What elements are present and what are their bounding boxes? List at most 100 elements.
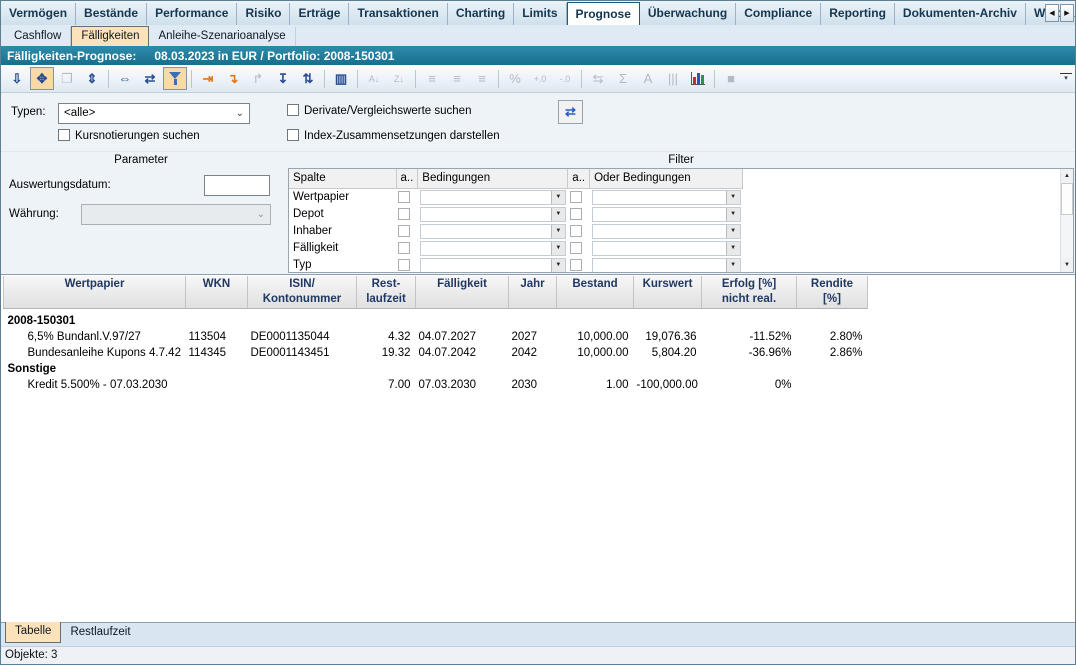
tab-reporting[interactable]: Reporting [821, 3, 895, 25]
dropdown-arrow-icon[interactable]: ▼ [551, 225, 565, 238]
fit-width-icon[interactable]: ⇔ [113, 67, 137, 90]
expand-icon[interactable]: ✥ [30, 67, 54, 90]
tab-charting[interactable]: Charting [448, 3, 514, 25]
dropdown-arrow-icon[interactable]: ▼ [551, 242, 565, 255]
col-rendite[interactable]: Rendite [%] [797, 276, 868, 309]
stop-icon[interactable]: ■ [719, 67, 743, 90]
filter-and-checkbox[interactable] [398, 242, 410, 254]
filter-or-condition-dropdown[interactable]: ▼ [592, 207, 741, 222]
tab-ueberwachung[interactable]: Überwachung [640, 3, 736, 25]
dropdown-arrow-icon[interactable]: ▼ [726, 242, 740, 255]
tab-bestaende[interactable]: Bestände [76, 3, 147, 25]
filter-and-checkbox[interactable] [398, 208, 410, 220]
tab-compliance[interactable]: Compliance [736, 3, 821, 25]
auswertungsdatum-input[interactable] [204, 175, 270, 196]
bottomtab-restlaufzeit[interactable]: Restlaufzeit [61, 623, 139, 643]
filter-or-checkbox[interactable] [570, 225, 582, 237]
filter-icon[interactable] [163, 67, 187, 90]
remove-decimal-icon[interactable]: -.0 [553, 67, 577, 90]
filter-or-checkbox[interactable] [570, 242, 582, 254]
shift-up-icon[interactable]: ↱ [246, 67, 270, 90]
table-group-row[interactable]: Sonstige [4, 361, 868, 377]
filter-and-checkbox[interactable] [398, 225, 410, 237]
dropdown-arrow-icon[interactable]: ▼ [551, 191, 565, 204]
font-icon[interactable]: A [636, 67, 660, 90]
tab-prognose[interactable]: Prognose [567, 2, 640, 25]
scroll-up-icon[interactable]: ▲ [1061, 169, 1073, 183]
tab-scroll-right-icon[interactable]: ▶ [1060, 4, 1074, 22]
filter-and-checkbox[interactable] [398, 259, 410, 271]
filter-condition-dropdown[interactable]: ▼ [420, 224, 566, 239]
dropdown-arrow-icon[interactable]: ▼ [726, 259, 740, 272]
tab-limits[interactable]: Limits [514, 3, 566, 25]
filter-condition-dropdown[interactable]: ▼ [420, 241, 566, 256]
filter-or-condition-dropdown[interactable]: ▼ [592, 241, 741, 256]
filter-condition-dropdown[interactable]: ▼ [420, 258, 566, 273]
tab-scroll-left-icon[interactable]: ◀ [1045, 4, 1059, 22]
tab-risiko[interactable]: Risiko [237, 3, 290, 25]
tab-transaktionen[interactable]: Transaktionen [349, 3, 447, 25]
sort-ascending-icon[interactable]: A↓ [362, 67, 386, 90]
copy-icon[interactable]: ❐ [55, 67, 79, 90]
export-icon[interactable]: ⇩ [5, 67, 29, 90]
waehrung-dropdown[interactable]: ⌄ [81, 204, 271, 225]
subtab-cashflow[interactable]: Cashflow [5, 27, 71, 46]
col-bestand[interactable]: Bestand [557, 276, 634, 309]
scroll-down-icon[interactable]: ▼ [1061, 258, 1073, 272]
subtab-faelligkeiten[interactable]: Fälligkeiten [71, 26, 149, 46]
col-restlaufzeit[interactable]: Rest- laufzeit [357, 276, 416, 309]
sort-descending-icon[interactable]: Z↓ [387, 67, 411, 90]
index-checkbox[interactable] [287, 129, 299, 141]
dropdown-arrow-icon[interactable]: ▼ [726, 191, 740, 204]
dropdown-arrow-icon[interactable]: ▼ [726, 208, 740, 221]
chart-icon[interactable] [686, 67, 710, 90]
toolbar-overflow-icon[interactable]: ▾ [1060, 73, 1072, 85]
align-left-icon[interactable]: ≡ [420, 67, 444, 90]
filter-or-condition-dropdown[interactable]: ▼ [592, 190, 741, 205]
col-wkn[interactable]: WKN [186, 276, 248, 309]
kursnotierungen-checkbox[interactable] [58, 129, 70, 141]
align-center-icon[interactable]: ≡ [445, 67, 469, 90]
scrollbar-thumb[interactable] [1061, 183, 1073, 215]
sum-icon[interactable]: Σ [611, 67, 635, 90]
filter-or-checkbox[interactable] [570, 191, 582, 203]
shift-right-icon[interactable]: ⇥ [196, 67, 220, 90]
col-faelligkeit[interactable]: Fälligkeit [416, 276, 509, 309]
dropdown-arrow-icon[interactable]: ▼ [551, 208, 565, 221]
filter-scrollbar[interactable]: ▲ ▼ [1060, 169, 1073, 272]
dropdown-arrow-icon[interactable]: ▼ [551, 259, 565, 272]
shift-down-icon[interactable]: ↴ [221, 67, 245, 90]
tab-ertraege[interactable]: Erträge [290, 3, 349, 25]
filter-or-condition-dropdown[interactable]: ▼ [592, 224, 741, 239]
table-row[interactable]: Kredit 5.500% - 07.03.2030 7.00 07.03.20… [4, 377, 868, 393]
fit-height-icon[interactable]: ⇕ [80, 67, 104, 90]
derivate-checkbox[interactable] [287, 104, 299, 116]
settings-sliders-icon[interactable]: ||| [661, 67, 685, 90]
bottomtab-tabelle[interactable]: Tabelle [5, 622, 61, 643]
dropdown-arrow-icon[interactable]: ▼ [726, 225, 740, 238]
table-group-row[interactable]: 2008-150301 [4, 313, 868, 329]
filter-or-checkbox[interactable] [570, 208, 582, 220]
percent-format-icon[interactable]: % [503, 67, 527, 90]
col-kurswert[interactable]: Kurswert [634, 276, 702, 309]
col-isin-kontonummer[interactable]: ISIN/ Kontonummer [248, 276, 357, 309]
typen-dropdown[interactable]: <alle> ⌄ [58, 103, 250, 124]
col-jahr[interactable]: Jahr [509, 276, 557, 309]
column-width-icon[interactable]: ⇆ [586, 67, 610, 90]
filter-condition-dropdown[interactable]: ▼ [420, 190, 566, 205]
tab-performance[interactable]: Performance [147, 3, 237, 25]
filter-and-checkbox[interactable] [398, 191, 410, 203]
chart-values-icon[interactable]: ⇅ [296, 67, 320, 90]
add-decimal-icon[interactable]: +.0 [528, 67, 552, 90]
col-erfolg[interactable]: Erfolg [%] nicht real. [702, 276, 797, 309]
table-row[interactable]: Bundesanleihe Kupons 4.7.42 114345 DE000… [4, 345, 868, 361]
subtab-anleihe-szenarioanalyse[interactable]: Anleihe-Szenarioanalyse [149, 27, 295, 46]
tab-vermoegen[interactable]: Vermögen [1, 3, 76, 25]
filter-or-condition-dropdown[interactable]: ▼ [592, 258, 741, 273]
refresh-button[interactable]: ⇄ [558, 100, 583, 124]
tab-dokumenten-archiv[interactable]: Dokumenten-Archiv [895, 3, 1026, 25]
filter-condition-dropdown[interactable]: ▼ [420, 207, 566, 222]
col-wertpapier[interactable]: Wertpapier [4, 276, 186, 309]
refresh-icon[interactable]: ⇄ [138, 67, 162, 90]
align-right-icon[interactable]: ≡ [470, 67, 494, 90]
